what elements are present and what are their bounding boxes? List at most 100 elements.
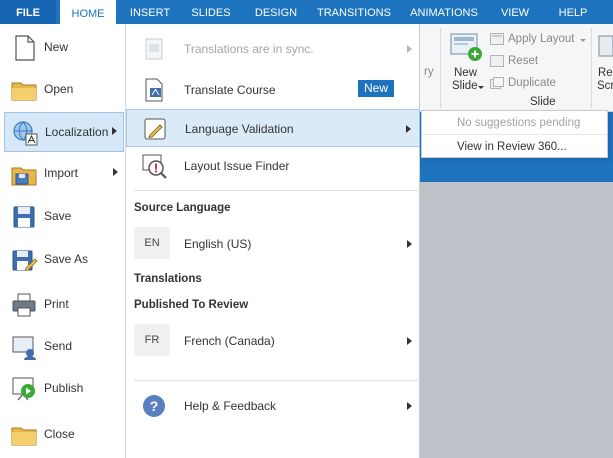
ribbon-separator — [591, 28, 592, 108]
new-badge: New — [358, 80, 394, 97]
ribbon-tab-bar: FILE HOME INSERT SLIDES DESIGN TRANSITIO… — [0, 0, 613, 24]
chevron-right-icon — [112, 127, 117, 135]
record-screen-icon — [598, 35, 613, 57]
file-menu-send[interactable]: Send — [4, 327, 124, 367]
record-screen-label-2[interactable]: Scr — [597, 80, 613, 92]
file-menu-label: Import — [44, 166, 79, 180]
chevron-right-icon — [407, 402, 412, 410]
no-suggestions-item: No suggestions pending — [457, 117, 581, 129]
file-menu: New Open Localization Import Save Save A… — [0, 24, 126, 458]
published-to-review-heading: Published To Review — [134, 299, 249, 311]
new-slide-label[interactable]: New — [454, 67, 477, 79]
file-menu-label: Close — [44, 427, 75, 441]
send-icon — [12, 336, 36, 360]
published-language-code: FR — [134, 324, 170, 356]
tab-home[interactable]: HOME — [60, 0, 116, 24]
file-menu-close[interactable]: Close — [4, 415, 124, 455]
view-in-review-item[interactable]: View in Review 360... — [457, 141, 567, 153]
chevron-right-icon — [113, 168, 118, 176]
new-slide-icon — [450, 33, 482, 61]
ribbon-partial-label: ry — [424, 66, 434, 78]
file-menu-label: Save As — [44, 252, 89, 266]
tab-view[interactable]: VIEW — [492, 0, 538, 24]
reset-button[interactable]: Reset — [508, 55, 538, 67]
chevron-down-icon — [478, 86, 484, 89]
ribbon-separator — [440, 28, 441, 108]
file-menu-label: Publish — [44, 381, 84, 395]
translate-course-label: Translate Course — [184, 83, 276, 97]
new-slide-button[interactable] — [450, 32, 482, 62]
file-menu-label: Save — [44, 209, 72, 223]
menu-divider — [134, 380, 420, 381]
apply-layout-button[interactable]: Apply Layout — [508, 33, 575, 45]
flyout-divider — [422, 134, 607, 135]
source-language-heading: Source Language — [134, 202, 231, 214]
source-language-item[interactable]: EN English (US) — [126, 225, 420, 263]
folder-icon — [11, 82, 37, 101]
chevron-right-icon — [407, 337, 412, 345]
printer-icon — [12, 293, 36, 317]
language-validation-item[interactable]: Language Validation — [126, 109, 420, 147]
canvas-area — [420, 182, 613, 458]
slide-group-label: Slide — [530, 96, 556, 108]
file-menu-print[interactable]: Print — [4, 285, 124, 325]
layout-issue-finder-label: Layout Issue Finder — [184, 159, 290, 173]
sync-status-text: Translations are in sync. — [184, 42, 314, 56]
language-validation-flyout: No suggestions pending View in Review 36… — [421, 110, 608, 158]
localization-icon — [13, 121, 38, 146]
reset-icon — [490, 55, 504, 67]
close-folder-icon — [11, 427, 37, 446]
tab-insert[interactable]: INSERT — [120, 0, 180, 24]
file-menu-localization[interactable]: Localization — [4, 112, 124, 152]
save-as-icon — [12, 250, 38, 272]
sync-status-item[interactable]: Translations are in sync. — [126, 30, 420, 68]
published-language-item[interactable]: FR French (Canada) — [126, 322, 420, 360]
file-menu-label: New — [44, 40, 69, 54]
menu-divider — [134, 190, 420, 191]
published-language-label: French (Canada) — [184, 334, 275, 348]
help-feedback-item[interactable]: ? Help & Feedback — [126, 387, 420, 425]
layout-issue-finder-icon — [142, 154, 167, 179]
new-slide-label-2[interactable]: Slide — [452, 80, 478, 92]
duplicate-icon — [490, 77, 504, 89]
file-menu-import[interactable]: Import — [4, 154, 124, 194]
save-icon — [13, 206, 35, 228]
translate-course-item[interactable]: Translate Course New — [126, 71, 420, 109]
file-menu-save-as[interactable]: Save As — [4, 240, 124, 280]
file-menu-open[interactable]: Open — [4, 70, 124, 110]
chevron-right-icon — [407, 45, 412, 53]
tab-slides[interactable]: SLIDES — [182, 0, 240, 24]
help-feedback-label: Help & Feedback — [184, 399, 277, 413]
file-menu-publish[interactable]: Publish — [4, 369, 124, 409]
translate-icon — [145, 78, 163, 102]
file-menu-new[interactable]: New — [4, 28, 124, 68]
chevron-right-icon — [407, 240, 412, 248]
chevron-right-icon — [406, 125, 411, 133]
tab-transitions[interactable]: TRANSITIONS — [310, 0, 398, 24]
tab-file[interactable]: FILE — [0, 0, 56, 24]
file-menu-save[interactable]: Save — [4, 197, 124, 237]
language-validation-label: Language Validation — [185, 122, 294, 136]
tab-animations[interactable]: ANIMATIONS — [402, 0, 486, 24]
apply-layout-icon — [490, 33, 504, 45]
svg-text:?: ? — [150, 398, 159, 414]
new-file-icon — [15, 35, 35, 61]
import-icon — [11, 167, 37, 186]
duplicate-button[interactable]: Duplicate — [508, 77, 556, 89]
source-language-code: EN — [134, 227, 170, 259]
publish-icon — [12, 377, 35, 401]
chevron-down-icon — [580, 39, 586, 42]
tab-design[interactable]: DESIGN — [246, 0, 306, 24]
tab-help[interactable]: HELP — [548, 0, 598, 24]
file-menu-label: Send — [44, 339, 73, 353]
file-menu-label: Localization — [45, 125, 109, 139]
source-language-label: English (US) — [184, 237, 252, 251]
help-icon: ? — [143, 395, 165, 417]
file-menu-label: Open — [44, 82, 74, 96]
record-screen-label[interactable]: Re — [598, 67, 613, 79]
layout-issue-finder-item[interactable]: Layout Issue Finder — [126, 147, 420, 185]
translations-heading: Translations — [134, 273, 202, 285]
sync-icon — [145, 38, 163, 60]
file-menu-label: Print — [44, 297, 69, 311]
language-validation-icon — [144, 118, 166, 140]
